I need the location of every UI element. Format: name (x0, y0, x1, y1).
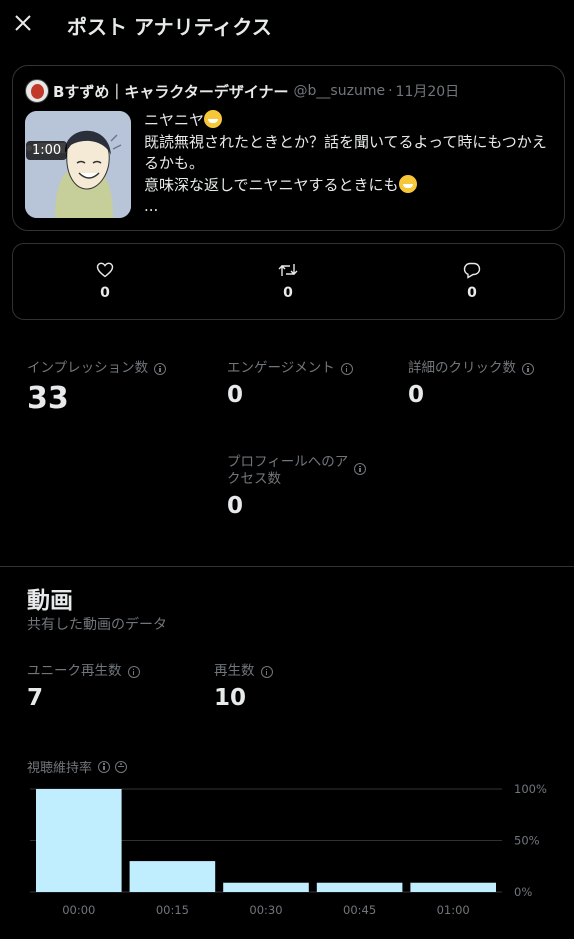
author-handle[interactable]: @b__suzume (294, 83, 386, 99)
detail-clicks-stat: 詳細のクリック数 0 (408, 360, 534, 408)
reposts-metric[interactable]: 0 (258, 262, 318, 301)
grinning-emoji-icon (398, 174, 417, 193)
section-divider (0, 566, 574, 567)
post-text: ニヤニヤ 既読無視されたときとか？話を聞いてるよって時にもつかえ るかも。 意味… (144, 110, 556, 218)
profile-visits-label-line1: プロフィールへのア (227, 454, 349, 470)
profile-visits-stat: プロフィールへのア クセス数 0 (227, 454, 367, 519)
author-name[interactable]: Bすずめ｜キャラクターデザイナー (53, 81, 289, 102)
retention-label: 視聴維持率 (27, 761, 93, 776)
post-text-ellipsis: ... (144, 197, 159, 215)
chart-bar (410, 882, 496, 892)
reposts-count: 0 (283, 285, 293, 301)
info-icon[interactable] (354, 463, 367, 475)
thumbnail-illustration (25, 111, 131, 218)
impressions-stat: インプレッション数 33 (27, 360, 167, 416)
header: ポスト アナリティクス (0, 0, 574, 48)
x-tick-label: 01:00 (437, 903, 470, 917)
engagements-value: 0 (227, 382, 244, 408)
repost-icon (278, 264, 298, 276)
chart-bar (36, 789, 122, 892)
engagement-metrics: 0 0 0 (12, 243, 565, 320)
views-label: 再生数 (214, 663, 255, 679)
post-text-line-2: 既読無視されたときとか？話を聞いてるよって時にもつかえ (144, 132, 547, 151)
impressions-value: 33 (27, 381, 69, 416)
views-value: 10 (214, 685, 247, 711)
chart-bar (316, 882, 403, 892)
post-text-line-4: 意味深な返しでニヤニヤするときにも (144, 175, 399, 194)
replies-metric[interactable]: 0 (442, 262, 502, 301)
unique-views-stat: ユニーク再生数 7 (27, 663, 140, 711)
y-tick-label: 0% (514, 885, 532, 899)
engagements-label: エンゲージメント (227, 360, 335, 376)
post-card[interactable]: Bすずめ｜キャラクターデザイナー @b__suzume · 11月20日 1:0… (12, 65, 565, 231)
unique-views-label: ユニーク再生数 (27, 663, 122, 679)
info-icon[interactable] (154, 363, 167, 375)
retention-label-row: 視聴維持率 (27, 757, 128, 776)
close-icon (15, 15, 31, 31)
info-icon[interactable] (127, 666, 140, 678)
engagements-stat: エンゲージメント 0 (227, 360, 353, 408)
likes-count: 0 (100, 285, 110, 301)
replies-count: 0 (467, 285, 477, 301)
accessibility-icon[interactable] (115, 760, 128, 773)
x-tick-label: 00:15 (156, 903, 189, 917)
reply-icon (463, 262, 481, 279)
y-tick-label: 100% (514, 782, 547, 796)
video-section-subtitle: 共有した動画のデータ (27, 617, 167, 633)
y-tick-label: 50% (514, 834, 540, 848)
retention-chart: 100% 50% 0% 00:00 00:15 00:30 00:45 01:00 (30, 782, 547, 917)
info-icon[interactable] (522, 363, 534, 375)
avatar[interactable] (25, 79, 49, 103)
impressions-label: インプレッション数 (27, 360, 149, 376)
likes-metric[interactable]: 0 (75, 262, 135, 301)
date-separator: · (388, 83, 393, 99)
page-title: ポスト アナリティクス (67, 15, 272, 39)
video-section-title: 動画 (27, 588, 73, 614)
chart-bar (129, 861, 216, 892)
views-stat: 再生数 10 (214, 663, 273, 711)
unique-views-value: 7 (27, 685, 44, 711)
info-icon[interactable] (98, 760, 111, 773)
x-tick-label: 00:30 (249, 903, 282, 917)
detail-clicks-value: 0 (408, 382, 425, 408)
post-date[interactable]: 11月20日 (396, 81, 460, 101)
grinning-emoji-icon (204, 110, 223, 128)
info-icon[interactable] (340, 363, 353, 375)
chart-bar (223, 882, 309, 892)
profile-visits-label-line2: クセス数 (227, 471, 281, 487)
video-duration-badge: 1:00 (26, 141, 68, 160)
heart-icon (96, 262, 114, 278)
x-tick-label: 00:00 (62, 903, 95, 917)
close-button[interactable] (8, 8, 38, 38)
video-thumbnail[interactable] (25, 111, 131, 218)
profile-visits-value: 0 (227, 493, 244, 519)
post-text-line-3: るかも。 (144, 154, 205, 172)
author-row: Bすずめ｜キャラクターデザイナー @b__suzume · 11月20日 (25, 79, 459, 103)
info-icon[interactable] (260, 666, 273, 678)
post-text-line-1: ニヤニヤ (144, 111, 205, 129)
x-tick-label: 00:45 (343, 903, 376, 917)
detail-clicks-label: 詳細のクリック数 (408, 360, 516, 376)
